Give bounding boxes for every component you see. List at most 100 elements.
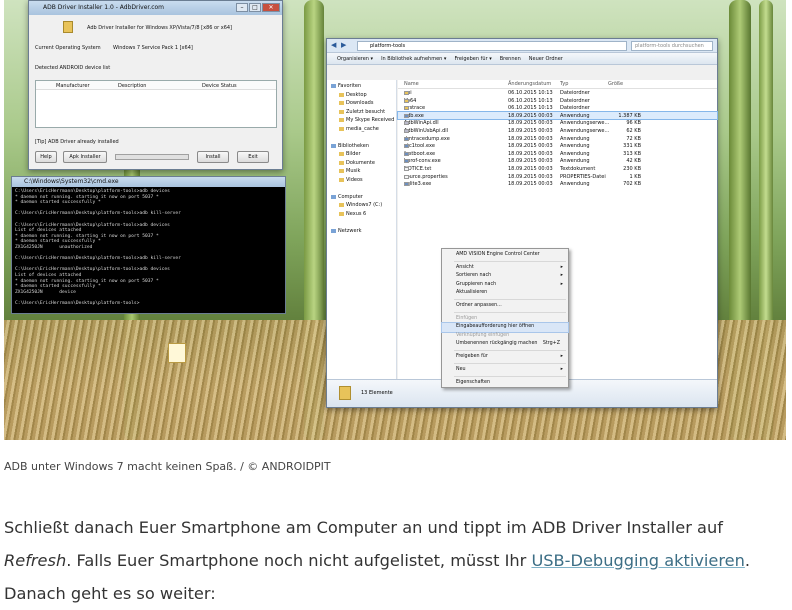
file-row[interactable]: adb.exe 18.09.2015 00:03 Anwendung 1.387 KB: [397, 110, 718, 121]
file-row[interactable]: sqlite3.exe 18.09.2015 00:03 Anwendung 702 …: [398, 180, 717, 188]
file-name: AdbWinApi.dll: [404, 120, 439, 126]
file-type-text: Anwendung: [560, 135, 590, 142]
file-name: lib64: [404, 98, 416, 104]
console-window[interactable]: C:\Windows\System32\cmd.exe C:\Users\Eri…: [11, 176, 286, 314]
menu-item[interactable]: AMD VISION Engine Control Center: [442, 251, 568, 259]
file-type-text: Anwendung: [560, 181, 590, 188]
menu-item[interactable]: Eigenschaften: [442, 379, 568, 387]
nav-group[interactable]: Netzwerk: [327, 227, 396, 236]
file-row[interactable]: AdbWinApi.dll 18.09.2015 00:03 Anwendungse…: [398, 119, 717, 127]
nav-item[interactable]: media_cache: [327, 125, 396, 134]
file-type-text: Anwendung: [560, 143, 590, 150]
navigation-pane[interactable]: Favoriten Desktop Downloads Zuletzt besucht…: [327, 80, 397, 379]
file-row[interactable]: NOTICE.txt 18.09.2015 00:03 Textdokument 23…: [398, 165, 717, 173]
menu-item[interactable]: Umbenennen rückgängig machen Strg+Z: [442, 340, 568, 348]
desktop-file-icon[interactable]: [168, 343, 186, 363]
address-path[interactable]: platform-tools: [357, 41, 627, 51]
file-date: 18.09.2015 00:03: [508, 181, 553, 187]
forward-icon[interactable]: ▶: [341, 41, 346, 49]
file-date: 18.09.2015 00:03: [508, 136, 553, 142]
nav-item[interactable]: Windows7 (C:): [327, 201, 396, 210]
file-row[interactable]: dmtracedump.exe 18.09.2015 00:03 Anwendung…: [398, 135, 717, 143]
menu-item[interactable]: Neu ▸: [442, 366, 568, 374]
file-type: Anwendung: [560, 113, 590, 119]
column-manufacturer[interactable]: Manufacturer: [56, 83, 90, 89]
context-menu[interactable]: AMD VISION Engine Control Center Ansicht ▸…: [441, 248, 569, 388]
nav-item[interactable]: Downloads: [327, 99, 396, 108]
nav-item[interactable]: My Skype Received Files: [327, 116, 396, 125]
file-row[interactable]: hprof-conv.exe 18.09.2015 00:03 Anwendung 4…: [398, 157, 717, 165]
nav-folder-icon: [339, 109, 344, 114]
file-name: systrace: [404, 105, 425, 111]
file-row[interactable]: lib64 06.10.2015 10:13 Dateiordner: [398, 97, 717, 105]
toolbar-organize[interactable]: Organisieren ▾: [337, 56, 373, 62]
usb-debugging-link[interactable]: USB-Debugging aktivieren: [531, 551, 744, 570]
file-row[interactable]: systrace 06.10.2015 10:13 Dateiordner: [398, 104, 717, 112]
file-name: api: [404, 90, 412, 96]
file-name-text: hprof-conv.exe: [404, 158, 441, 165]
nav-item[interactable]: Bilder: [327, 150, 396, 159]
toolbar-burn[interactable]: Brennen: [500, 56, 521, 62]
back-icon[interactable]: ◀: [331, 41, 336, 49]
file-size-text: 313 KB: [623, 150, 641, 157]
adb-installer-window[interactable]: ADB Driver Installer 1.0 - AdbDriver.com…: [28, 0, 283, 170]
nav-item: [327, 218, 396, 227]
help-button[interactable]: Help: [35, 151, 57, 163]
column-description[interactable]: Description: [118, 83, 146, 89]
column-name[interactable]: Name: [404, 81, 419, 87]
nav-label: Dokumente: [346, 159, 375, 166]
nav-item[interactable]: Desktop: [327, 91, 396, 100]
toolbar-new-folder[interactable]: Neuer Ordner: [529, 56, 563, 62]
nav-group[interactable]: Favoriten: [327, 82, 396, 91]
nav-item[interactable]: Dokumente: [327, 159, 396, 168]
menu-item[interactable]: Gruppieren nach ▸: [442, 281, 568, 289]
column-device-status[interactable]: Device Status: [202, 83, 237, 89]
menu-item[interactable]: Ordner anpassen...: [442, 302, 568, 310]
file-date-text: 06.10.2015 10:13: [508, 105, 553, 112]
menu-item[interactable]: Freigeben für ▸: [442, 353, 568, 361]
file-row[interactable]: etc1tool.exe 18.09.2015 00:03 Anwendung 331…: [398, 142, 717, 150]
column-size[interactable]: Größe: [608, 81, 623, 87]
nav-item[interactable]: Musik: [327, 167, 396, 176]
console-output[interactable]: C:\Users\EricHerrmann\Desktop\platform-t…: [12, 187, 285, 308]
menu-item[interactable]: Sortieren nach ▸: [442, 272, 568, 280]
column-type[interactable]: Typ: [560, 81, 568, 87]
menu-item[interactable]: Aktualisieren: [442, 289, 568, 297]
paragraph-text: Danach geht es so weiter:: [4, 584, 216, 603]
column-date[interactable]: Änderungsdatum: [508, 81, 551, 87]
file-row[interactable]: api 06.10.2015 10:13 Dateiordner: [398, 89, 717, 97]
maximize-icon[interactable]: □: [249, 3, 261, 12]
nav-item[interactable]: Nexus 6: [327, 210, 396, 219]
file-row[interactable]: source.properties 18.09.2015 00:03 PROPERT…: [398, 173, 717, 181]
toolbar-library[interactable]: In Bibliothek aufnehmen ▾: [381, 56, 446, 62]
nav-item[interactable]: Zuletzt besucht: [327, 108, 396, 117]
menu-item[interactable]: Eingabeaufforderung hier öffnen: [441, 322, 569, 333]
explorer-toolbar: Organisieren ▾ In Bibliothek aufnehmen ▾…: [327, 53, 717, 65]
apk-installer-button[interactable]: Apk Installer: [63, 151, 107, 163]
nav-group[interactable]: Computer: [327, 193, 396, 202]
file-row[interactable]: AdbWinUsbApi.dll 18.09.2015 00:03 Anwendun…: [398, 127, 717, 135]
nav-label: Bilder: [346, 151, 361, 157]
minimize-icon[interactable]: –: [236, 3, 248, 12]
nav-folder-icon: [339, 118, 344, 122]
screenshot-image: ADB Driver Installer 1.0 - AdbDriver.com…: [4, 0, 786, 440]
nav-item[interactable]: Videos: [327, 176, 396, 185]
install-button[interactable]: Install: [197, 151, 229, 163]
nav-folder-icon: [339, 177, 344, 182]
menu-item-label: Eigenschaften: [456, 380, 490, 386]
file-date-text: 18.09.2015 00:03: [508, 135, 553, 142]
nav-group[interactable]: Bibliotheken: [327, 142, 396, 151]
nav-folder-icon: [339, 169, 344, 173]
console-titlebar[interactable]: C:\Windows\System32\cmd.exe: [12, 177, 285, 187]
search-input[interactable]: platform-tools durchsuchen: [631, 41, 713, 51]
file-row[interactable]: fastboot.exe 18.09.2015 00:03 Anwendung 313…: [398, 150, 717, 158]
close-icon[interactable]: ✕: [262, 3, 280, 12]
device-list[interactable]: Manufacturer Description Device Status: [35, 80, 277, 128]
nav-folder-icon: [339, 160, 344, 165]
exit-button[interactable]: Exit: [237, 151, 269, 163]
menu-item[interactable]: Ansicht ▸: [442, 264, 568, 272]
nav-group-icon: [331, 84, 336, 88]
toolbar-share[interactable]: Freigeben für ▾: [454, 56, 491, 62]
file-date: 18.09.2015 00:03: [508, 113, 553, 119]
adb-installer-titlebar[interactable]: ADB Driver Installer 1.0 - AdbDriver.com…: [29, 1, 282, 15]
